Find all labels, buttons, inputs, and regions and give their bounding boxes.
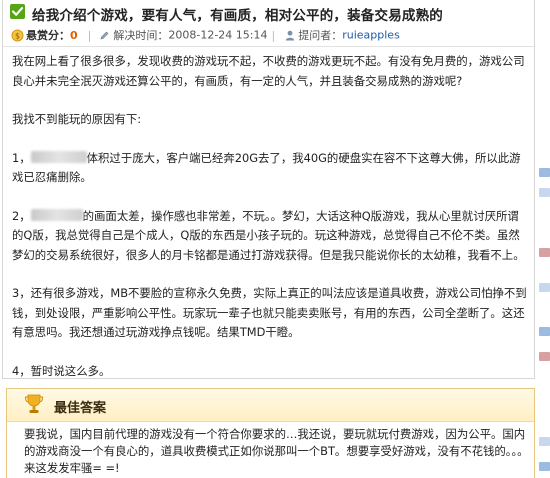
question-paragraph: 我找不到能玩的原因有下:	[12, 112, 142, 126]
sidebar-fragment	[539, 283, 550, 292]
question-panel: 给我介绍个游戏，要有人气，有画质，相对公平的，装备交易成熟的 $ 悬赏分：0 | …	[2, 0, 535, 379]
sidebar-fragment	[539, 352, 550, 361]
best-answer-title: 最佳答案	[54, 401, 107, 416]
reward-icon: $	[11, 29, 24, 42]
reason-3: 3，还有很多游戏，MB不要脸的宣称永久免费，实际上真正的叫法应该是道具收费，游戏…	[12, 286, 527, 339]
question-meta: $ 悬赏分：0 | 解决时间：2008-12-24 15:14 | 提问者：ruie…	[11, 27, 400, 43]
reason-1: 1， 体积过于庞大，客户端已经奔20G去了，我40G的硬盘实在容不下这尊大佛，所以…	[12, 150, 521, 184]
time-value: 2008-12-24 15:14	[168, 28, 268, 42]
sidebar-fragment	[539, 188, 550, 197]
sidebar-fragment	[539, 248, 550, 257]
author-label: 提问者：	[298, 29, 343, 42]
reward-value: 0	[70, 28, 78, 42]
best-answer-panel: 最佳答案 要我说，国内目前代理的游戏没有一个符合你要求的…我还说，要玩就玩付费游…	[6, 388, 535, 478]
best-answer-text: 要我说，国内目前代理的游戏没有一个符合你要求的…我还说，要玩就玩付费游戏，因为公…	[24, 427, 529, 475]
redacted-game-name	[30, 208, 83, 221]
user-icon	[285, 30, 295, 41]
reward-label: 悬赏分：	[26, 29, 70, 42]
reason-4: 4，暂时说这么多。	[12, 363, 111, 378]
check-icon	[10, 4, 25, 19]
trophy-icon	[24, 393, 44, 415]
sidebar-fragment	[539, 462, 550, 471]
author-link[interactable]: ruieapples	[342, 29, 400, 42]
redacted-game-name	[30, 150, 87, 163]
best-answer-header: 最佳答案	[7, 389, 534, 422]
sidebar-fragment	[539, 168, 550, 177]
reason-2: 2， 的画面太差，操作感也非常差，不玩。。梦幻，大话这种Q版游戏，我从心里就讨厌所…	[12, 208, 525, 262]
time-label: 解决时间：	[113, 29, 169, 42]
sidebar-fragment	[539, 327, 550, 336]
question-body: 我在网上看了很多很多，发现收费的游戏玩不起，不收费的游戏更玩不起。有没有免月费的…	[12, 52, 528, 381]
pen-icon	[99, 30, 110, 41]
question-title: 给我介绍个游戏，要有人气，有画质，相对公平的，装备交易成熟的	[32, 8, 443, 24]
sidebar-edge	[537, 0, 550, 477]
svg-text:$: $	[15, 31, 20, 40]
question-paragraph: 我在网上看了很多很多，发现收费的游戏玩不起，不收费的游戏更玩不起。有没有免月费的…	[12, 54, 525, 88]
sidebar-fragment	[539, 437, 550, 446]
question-header: 给我介绍个游戏，要有人气，有画质，相对公平的，装备交易成熟的 $ 悬赏分：0 | …	[3, 0, 534, 47]
